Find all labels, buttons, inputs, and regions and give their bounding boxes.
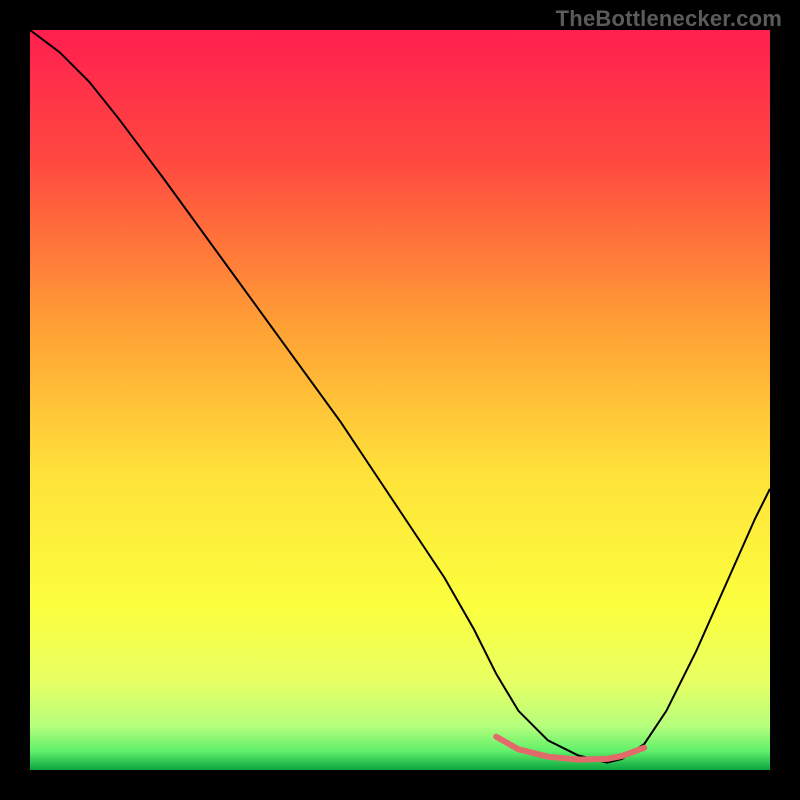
watermark-text: TheBottlenecker.com bbox=[556, 6, 782, 32]
chart-svg bbox=[30, 30, 770, 770]
plot-area bbox=[30, 30, 770, 770]
gradient-background bbox=[30, 30, 770, 770]
chart-frame: TheBottlenecker.com bbox=[0, 0, 800, 800]
